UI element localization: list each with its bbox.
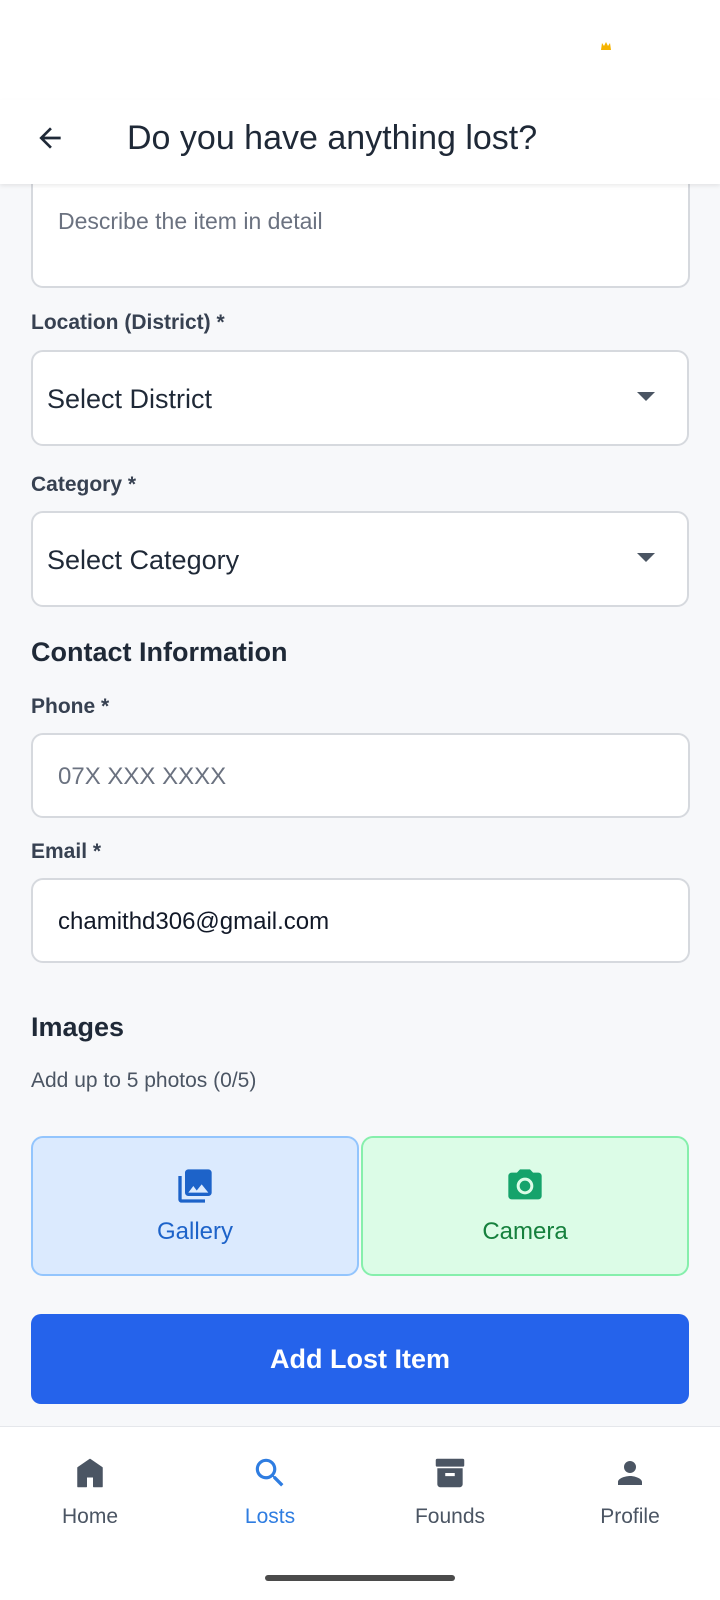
description-placeholder: Describe the item in detail bbox=[58, 208, 323, 234]
district-select-value: Select District bbox=[47, 384, 213, 414]
lost-item-form: Describe the item in detail Location (Di… bbox=[0, 174, 720, 1426]
screen: Do you have anything lost? Describe the … bbox=[0, 0, 720, 1600]
home-indicator[interactable] bbox=[265, 1575, 455, 1581]
contact-section-title: Contact Information bbox=[31, 637, 288, 667]
add-lost-item-button[interactable]: Add Lost Item bbox=[31, 1314, 689, 1404]
email-label: Email * bbox=[31, 840, 102, 863]
email-field[interactable]: chamithd306@gmail.com bbox=[31, 878, 690, 963]
status-bar bbox=[0, 0, 720, 100]
nav-item-losts[interactable]: Losts bbox=[180, 1427, 360, 1555]
notification-indicator-icon bbox=[601, 42, 611, 50]
nav-label-losts: Losts bbox=[244, 1505, 296, 1528]
gallery-button[interactable]: Gallery bbox=[31, 1136, 359, 1276]
email-value: chamithd306@gmail.com bbox=[58, 908, 330, 935]
app-bar: Do you have anything lost? bbox=[0, 100, 720, 184]
images-section-title: Images bbox=[31, 1012, 125, 1042]
district-select[interactable]: Select District bbox=[31, 350, 689, 446]
location-label: Location (District) * bbox=[31, 311, 225, 334]
home-icon bbox=[70, 1453, 110, 1493]
phone-field[interactable]: 07X XXX XXXX bbox=[31, 733, 690, 818]
nav-item-home[interactable]: Home bbox=[0, 1427, 180, 1555]
arrow-back-icon bbox=[39, 127, 61, 149]
nav-item-profile[interactable]: Profile bbox=[540, 1427, 720, 1555]
archive-icon bbox=[430, 1453, 470, 1493]
photo-library-icon bbox=[175, 1166, 215, 1206]
camera-label: Camera bbox=[482, 1218, 568, 1245]
add-lost-item-label: Add Lost Item bbox=[270, 1343, 450, 1374]
category-select-value: Select Category bbox=[47, 545, 240, 575]
search-icon bbox=[250, 1453, 290, 1493]
camera-button[interactable]: Camera bbox=[361, 1136, 689, 1276]
category-label: Category * bbox=[31, 473, 137, 496]
back-button[interactable] bbox=[28, 116, 72, 160]
nav-item-founds[interactable]: Founds bbox=[360, 1427, 540, 1555]
category-select[interactable]: Select Category bbox=[31, 511, 689, 607]
dropdown-arrow-icon bbox=[637, 553, 655, 562]
nav-label-founds: Founds bbox=[414, 1505, 486, 1528]
gallery-label: Gallery bbox=[156, 1218, 234, 1245]
nav-label-home: Home bbox=[61, 1505, 119, 1528]
phone-label: Phone * bbox=[31, 695, 110, 718]
camera-icon bbox=[505, 1166, 545, 1206]
person-icon bbox=[610, 1453, 650, 1493]
dropdown-arrow-icon bbox=[637, 392, 655, 401]
nav-label-profile: Profile bbox=[600, 1505, 660, 1528]
phone-placeholder: 07X XXX XXXX bbox=[58, 763, 227, 790]
page-title: Do you have anything lost? bbox=[127, 119, 538, 157]
images-hint: Add up to 5 photos (0/5) bbox=[31, 1069, 257, 1092]
description-textarea[interactable]: Describe the item in detail bbox=[31, 174, 690, 288]
bottom-navigation: Home Losts Founds Profile bbox=[0, 1426, 720, 1600]
